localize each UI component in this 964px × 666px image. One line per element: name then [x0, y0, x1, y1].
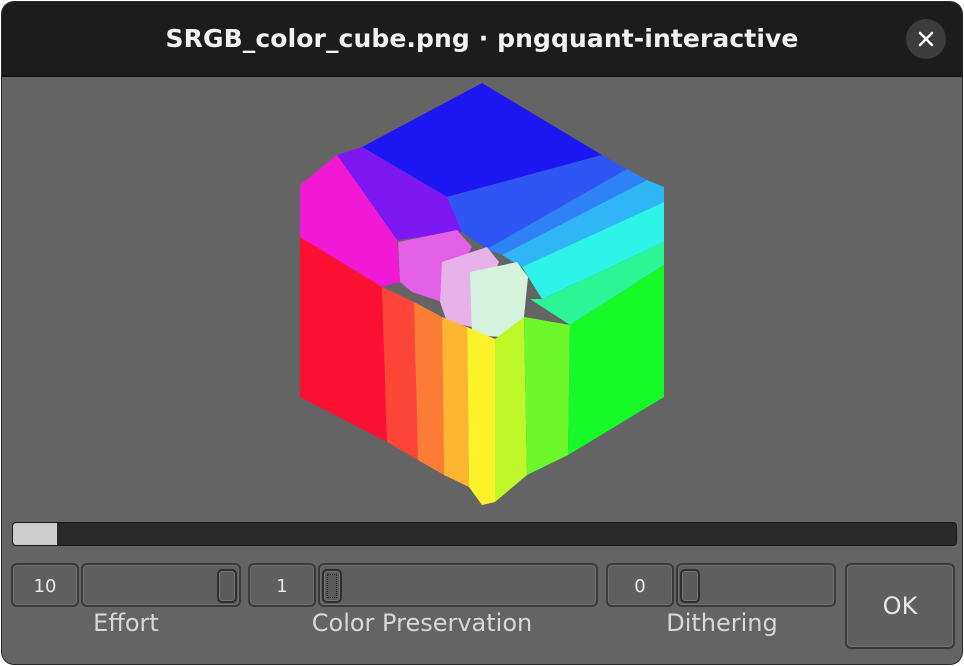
effort-value[interactable]: 10: [11, 563, 79, 607]
cube-right-lime: [495, 317, 527, 502]
close-icon: [918, 31, 934, 47]
color-preservation-slider[interactable]: [318, 563, 598, 607]
color-preservation-slider-handle[interactable]: [322, 569, 342, 603]
effort-label: Effort: [93, 609, 159, 637]
close-button[interactable]: [906, 19, 946, 59]
dithering-slider-handle[interactable]: [680, 569, 700, 603]
cube-left-yellow: [467, 327, 495, 505]
cube-left-orange: [414, 302, 444, 475]
dithering-value[interactable]: 0: [606, 563, 674, 607]
color-preservation-value[interactable]: 1: [248, 563, 316, 607]
cube-left-amber: [442, 317, 469, 487]
effort-slider-handle[interactable]: [217, 569, 237, 603]
dithering-slider[interactable]: [676, 563, 836, 607]
app-window: SRGB_color_cube.png · pngquant-interacti…: [2, 2, 962, 664]
progress-bar: [12, 522, 957, 546]
title-bar: SRGB_color_cube.png · pngquant-interacti…: [2, 2, 962, 77]
effort-slider[interactable]: [81, 563, 241, 607]
progress-fill: [13, 523, 58, 545]
dithering-label: Dithering: [666, 609, 778, 637]
window-title: SRGB_color_cube.png · pngquant-interacti…: [165, 24, 799, 53]
ok-button[interactable]: OK: [845, 563, 955, 649]
cube-right-lightgreen: [524, 317, 570, 475]
image-preview: [300, 83, 664, 505]
color-preservation-label: Color Preservation: [311, 609, 533, 637]
cube-left-orange-red: [382, 287, 418, 460]
